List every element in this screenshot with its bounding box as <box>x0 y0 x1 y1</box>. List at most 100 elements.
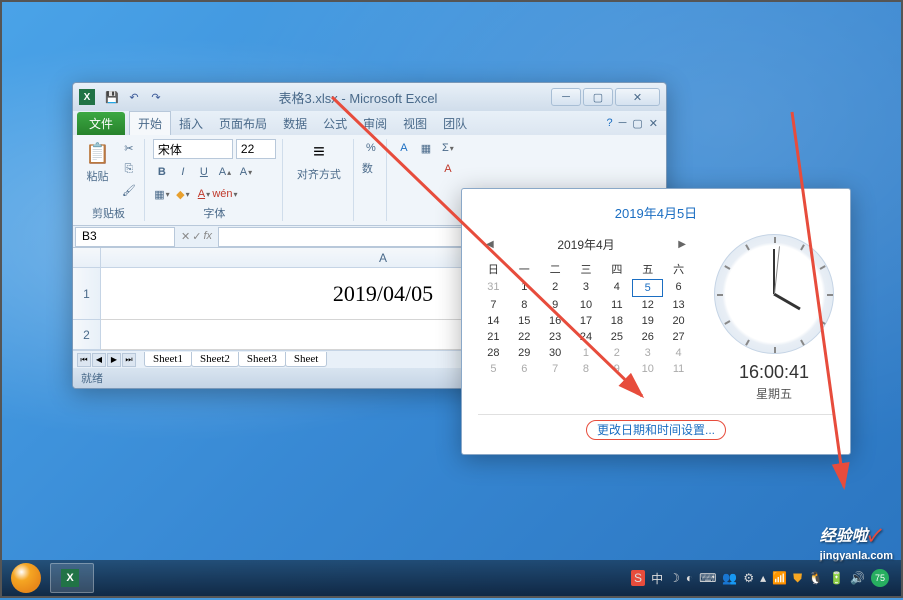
calendar-day-next[interactable]: 9 <box>601 361 632 377</box>
calendar-day[interactable]: 28 <box>478 345 509 361</box>
file-tab[interactable]: 文件 <box>77 112 125 135</box>
calendar-day[interactable]: 15 <box>509 313 540 329</box>
calendar-day[interactable]: 30 <box>540 345 571 361</box>
taskbar-excel-button[interactable]: X <box>50 563 94 593</box>
calendar-day[interactable]: 6 <box>663 279 694 297</box>
shrink-font-icon[interactable]: A▾ <box>237 163 255 181</box>
calendar-day[interactable]: 19 <box>632 313 663 329</box>
gear-icon[interactable]: ⚙ <box>743 571 754 585</box>
calendar-day-next[interactable]: 7 <box>540 361 571 377</box>
calendar-day[interactable]: 16 <box>540 313 571 329</box>
italic-button[interactable]: I <box>174 163 192 181</box>
sheet-tab-3[interactable]: Sheet3 <box>238 352 286 367</box>
calendar-day[interactable]: 3 <box>571 279 602 297</box>
phonetic-icon[interactable]: wén▾ <box>216 185 234 203</box>
row-header-1[interactable]: 1 <box>73 268 101 320</box>
calendar-day[interactable]: 22 <box>509 329 540 345</box>
tab-view[interactable]: 视图 <box>395 112 435 135</box>
calendar-day[interactable]: 12 <box>632 297 663 313</box>
minimize-button[interactable]: ─ <box>551 88 581 106</box>
calendar-day-next[interactable]: 3 <box>632 345 663 361</box>
circle-icon[interactable]: ◐ <box>686 571 693 585</box>
percent-icon[interactable]: % <box>362 139 380 157</box>
sheet-nav-next-icon[interactable]: ▶ <box>107 353 121 367</box>
help-icon[interactable]: ? <box>606 117 612 129</box>
grow-font-icon[interactable]: A▴ <box>216 163 234 181</box>
calendar-day[interactable]: 7 <box>478 297 509 313</box>
sheet-tab-2[interactable]: Sheet2 <box>191 352 239 367</box>
ime-lang-icon[interactable]: 中 <box>651 570 663 587</box>
cells-icon[interactable]: ▦ <box>417 139 435 157</box>
calendar-day-prev[interactable]: 31 <box>478 279 509 297</box>
font-color-icon[interactable]: A▾ <box>195 185 213 203</box>
calendar-day-next[interactable]: 2 <box>601 345 632 361</box>
calendar-day[interactable]: 29 <box>509 345 540 361</box>
calendar-day-next[interactable]: 5 <box>478 361 509 377</box>
calendar-day[interactable]: 24 <box>571 329 602 345</box>
tab-pagelayout[interactable]: 页面布局 <box>211 112 275 135</box>
tab-home[interactable]: 开始 <box>129 111 171 135</box>
calendar-day-next[interactable]: 10 <box>632 361 663 377</box>
undo-icon[interactable]: ↶ <box>125 88 143 106</box>
start-button[interactable] <box>6 562 46 594</box>
security-icon[interactable]: ⛊ <box>793 571 802 586</box>
calendar-day-next[interactable]: 11 <box>663 361 694 377</box>
calendar-day[interactable]: 14 <box>478 313 509 329</box>
cancel-formula-icon[interactable]: ✕ <box>181 230 190 243</box>
calendar-day[interactable]: 18 <box>601 313 632 329</box>
calendar-day[interactable]: 13 <box>663 297 694 313</box>
calendar-day[interactable]: 10 <box>571 297 602 313</box>
sheet-nav-first-icon[interactable]: ⏮ <box>77 353 91 367</box>
calendar-day-next[interactable]: 4 <box>663 345 694 361</box>
excel-titlebar[interactable]: X 💾 ↶ ↷ 表格3.xlsx - Microsoft Excel ─ ▢ ✕ <box>73 83 666 111</box>
moon-icon[interactable]: ☽ <box>669 571 680 585</box>
calendar-day[interactable]: 4 <box>601 279 632 297</box>
sheet-tab-1[interactable]: Sheet1 <box>144 352 192 367</box>
ime-icon[interactable]: S <box>631 570 645 586</box>
tab-team[interactable]: 团队 <box>435 112 475 135</box>
font-name-input[interactable]: 宋体 <box>153 139 233 159</box>
calendar-day[interactable]: 17 <box>571 313 602 329</box>
safe-icon[interactable]: 75 <box>871 569 889 587</box>
calendar-day[interactable]: 23 <box>540 329 571 345</box>
keyboard-icon[interactable]: ⌨ <box>699 571 716 585</box>
row-header-2[interactable]: 2 <box>73 320 101 350</box>
bold-button[interactable]: B <box>153 163 171 181</box>
calendar-day[interactable]: 9 <box>540 297 571 313</box>
calendar-day-next[interactable]: 8 <box>571 361 602 377</box>
close-button[interactable]: ✕ <box>615 88 660 106</box>
minimize-ribbon-icon[interactable]: ─ <box>619 117 627 129</box>
calendar-day[interactable]: 2 <box>540 279 571 297</box>
font-size-input[interactable]: 22 <box>236 139 276 159</box>
cut-icon[interactable]: ✂ <box>120 139 138 157</box>
volume-icon[interactable]: 🔊 <box>850 571 865 585</box>
calendar-day[interactable]: 20 <box>663 313 694 329</box>
qq-icon[interactable]: 🐧 <box>808 571 823 585</box>
copy-icon[interactable]: ⎘ <box>120 160 138 178</box>
calendar-day[interactable]: 25 <box>601 329 632 345</box>
calendar-day[interactable]: 11 <box>601 297 632 313</box>
tab-data[interactable]: 数据 <box>275 112 315 135</box>
tab-insert[interactable]: 插入 <box>171 112 211 135</box>
name-box[interactable]: B3 <box>75 227 175 247</box>
battery-icon[interactable]: 🔋 <box>829 571 844 585</box>
tab-formulas[interactable]: 公式 <box>315 112 355 135</box>
autosum-icon[interactable]: Σ▾ <box>439 139 457 157</box>
calendar-day[interactable]: 8 <box>509 297 540 313</box>
sheet-tab-4[interactable]: Sheet <box>285 352 327 367</box>
calendar-day[interactable]: 26 <box>632 329 663 345</box>
next-month-icon[interactable]: ▶ <box>678 239 686 250</box>
chevron-up-icon[interactable]: ▴ <box>760 571 766 585</box>
alignment-button[interactable]: ≡ 对齐方式 <box>291 139 347 184</box>
underline-button[interactable]: U <box>195 163 213 181</box>
border-icon[interactable]: ▦▾ <box>153 185 171 203</box>
accept-formula-icon[interactable]: ✓ <box>192 230 201 243</box>
paste-button[interactable]: 📋 粘贴 <box>79 139 116 186</box>
calendar-day[interactable]: 5 <box>632 279 663 297</box>
redo-icon[interactable]: ↷ <box>147 88 165 106</box>
save-icon[interactable]: 💾 <box>103 88 121 106</box>
calendar-day[interactable]: 21 <box>478 329 509 345</box>
contacts-icon[interactable]: 👥 <box>722 571 737 585</box>
sort-filter-icon[interactable]: A <box>439 160 457 178</box>
network-icon[interactable]: 📶 <box>772 571 787 585</box>
